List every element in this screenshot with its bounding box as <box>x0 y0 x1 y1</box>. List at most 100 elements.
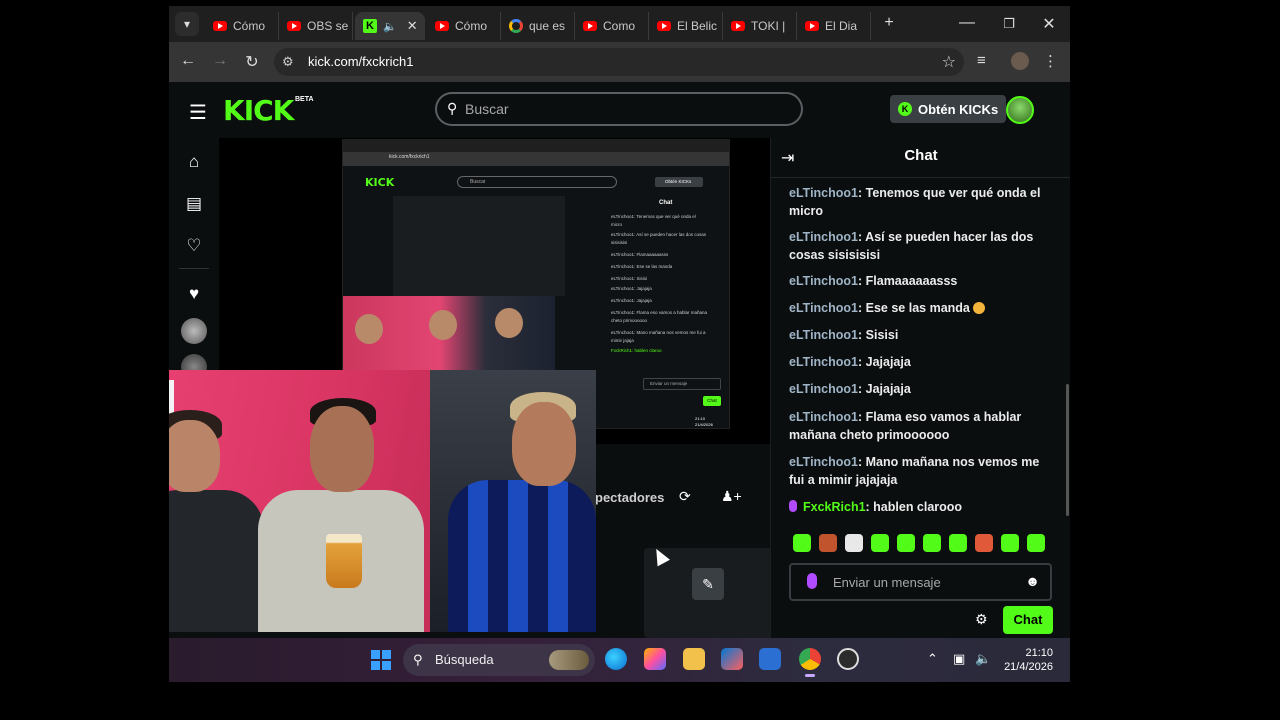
nested-chat-line: eLTinchoo1: Sisisi <box>611 276 648 281</box>
emote-icon[interactable] <box>897 534 915 552</box>
edge-icon[interactable] <box>605 648 627 670</box>
media-controls-icon[interactable]: ≡ <box>977 52 986 69</box>
browser-toolbar: ← → ↻ ⚙ kick.com/fxckrich1 ☆ ≡ ⋮ <box>169 42 1070 82</box>
restore-icon[interactable]: ❐ <box>997 16 1021 32</box>
microsoft-store-icon[interactable] <box>721 648 743 670</box>
file-explorer-icon[interactable] <box>683 648 705 670</box>
browser-tab-active[interactable]: K 🔈 ✕ <box>355 12 425 40</box>
chat-message-input[interactable] <box>833 573 1013 591</box>
chat-username[interactable]: eLTinchoo1 <box>789 328 858 342</box>
tab-title: Cómo <box>455 19 488 33</box>
menu-icon[interactable]: ☰ <box>189 100 207 125</box>
chat-username[interactable]: eLTinchoo1 <box>789 230 858 244</box>
chat-username[interactable]: eLTinchoo1 <box>789 410 858 424</box>
get-kicks-button[interactable]: K Obtén KICKs <box>890 95 1007 123</box>
kick-icon: K <box>363 19 377 33</box>
emote-icon[interactable] <box>871 534 889 552</box>
chat-settings-gear-icon[interactable]: ⚙ <box>975 611 988 628</box>
forward-icon[interactable]: → <box>209 52 231 70</box>
chat-username[interactable]: eLTinchoo1 <box>789 186 858 200</box>
volume-icon[interactable]: 🔈 <box>975 651 991 667</box>
speaker-icon[interactable]: 🔈 <box>383 20 397 33</box>
edit-pencil-icon[interactable]: ✎ <box>692 568 724 600</box>
windows-start-icon[interactable] <box>371 650 391 670</box>
nested-chat-line: FxckRich1: hablen claroo <box>611 348 662 353</box>
chat-text: : Flamaaaaaasss <box>858 274 958 288</box>
emote-icon[interactable] <box>793 534 811 552</box>
follow-user-icon[interactable]: ♟+ <box>721 488 742 505</box>
search-bar[interactable]: ⚲ <box>435 92 803 126</box>
emote-icon[interactable] <box>1027 534 1045 552</box>
site-info-icon[interactable]: ⚙ <box>282 54 294 70</box>
reload-icon[interactable]: ↻ <box>241 52 263 72</box>
chat-text: : Ese se las manda <box>858 301 970 315</box>
following-icon[interactable]: ♡ <box>185 236 203 256</box>
chat-panel: ⇥ Chat eLTinchoo1: Tenemos que ver qué o… <box>770 138 1070 644</box>
emote-icon[interactable] <box>949 534 967 552</box>
minimize-icon[interactable]: — <box>955 14 979 32</box>
emote-icon[interactable] <box>845 534 863 552</box>
browser-tab[interactable]: TOKI | <box>723 12 797 40</box>
tab-title: El Dia <box>825 19 858 33</box>
chat-text: : Sisisi <box>858 328 899 342</box>
back-icon[interactable]: ← <box>177 52 199 70</box>
tray-overflow-icon[interactable]: ⌃ <box>927 651 938 667</box>
close-window-icon[interactable]: ✕ <box>1037 14 1061 34</box>
chat-username[interactable]: eLTinchoo1 <box>789 301 858 315</box>
profile-avatar[interactable] <box>1011 52 1029 70</box>
nested-chat-line: eLTinchoo1: Jajajaja <box>611 286 652 291</box>
browser-tab[interactable]: Como <box>575 12 649 40</box>
browser-tab[interactable]: que es <box>501 12 575 40</box>
browse-icon[interactable]: ▤ <box>185 194 203 214</box>
close-tab-icon[interactable]: ✕ <box>407 18 418 34</box>
chat-title: Chat <box>904 147 938 164</box>
chat-input-box[interactable]: ☻ <box>789 563 1052 601</box>
search-input[interactable] <box>465 98 785 120</box>
chat-username[interactable]: eLTinchoo1 <box>789 274 858 288</box>
nested-face <box>495 308 523 338</box>
taskbar-search[interactable]: ⚲ Búsqueda <box>403 644 595 676</box>
search-icon: ⚲ <box>413 652 423 667</box>
channel-avatar[interactable] <box>181 318 207 344</box>
nested-chat-line: micro <box>611 222 622 227</box>
network-icon[interactable]: ▣ <box>953 651 965 667</box>
url-text: kick.com/fxckrich1 <box>308 54 414 69</box>
chrome-icon[interactable] <box>799 648 821 677</box>
tab-search-button[interactable]: ▾ <box>175 12 199 36</box>
emote-icon[interactable] <box>819 534 837 552</box>
chat-username[interactable]: eLTinchoo1 <box>789 382 858 396</box>
kicks-coin-icon: K <box>898 102 912 116</box>
send-chat-button[interactable]: Chat <box>1003 606 1053 634</box>
tab-title: que es <box>529 19 566 33</box>
chat-username[interactable]: eLTinchoo1 <box>789 455 858 469</box>
browser-tab[interactable]: El Belic <box>649 12 723 40</box>
chat-username[interactable]: eLTinchoo1 <box>789 355 858 369</box>
nested-face <box>355 314 383 344</box>
menu-kebab-icon[interactable]: ⋮ <box>1043 52 1058 70</box>
share-icon[interactable]: ⟳ <box>679 488 691 505</box>
nested-webcam <box>343 296 555 372</box>
home-icon[interactable]: ⌂ <box>185 152 203 172</box>
browser-tab[interactable]: OBS se <box>279 12 353 40</box>
outlook-icon[interactable] <box>759 648 781 670</box>
obs-icon[interactable] <box>837 648 859 670</box>
address-bar[interactable]: ⚙ kick.com/fxckrich1 ☆ <box>274 48 964 76</box>
nested-chat-line: eLTinchoo1: Así se pueden hacer las dos … <box>611 232 707 237</box>
browser-tab[interactable]: Cómo <box>205 12 279 40</box>
browser-tab[interactable]: Cómo <box>427 12 501 40</box>
chat-scrollbar[interactable] <box>1066 384 1069 516</box>
system-clock[interactable]: 21:10 21/4/2026 <box>1003 646 1053 674</box>
new-tab-icon[interactable]: + <box>877 14 901 32</box>
emote-icon[interactable] <box>923 534 941 552</box>
chat-username[interactable]: FxckRich1 <box>803 500 866 514</box>
bookmark-star-icon[interactable]: ☆ <box>942 52 956 72</box>
kick-logo[interactable]: KICK <box>223 94 294 127</box>
emote-icon[interactable] <box>975 534 993 552</box>
clock-date: 21/4/2026 <box>1004 661 1053 673</box>
copilot-icon[interactable] <box>644 648 666 670</box>
browser-tab[interactable]: El Dia <box>797 12 871 40</box>
emote-icon[interactable] <box>1001 534 1019 552</box>
emoji-picker-icon[interactable]: ☻ <box>1025 573 1040 589</box>
user-avatar[interactable] <box>1006 96 1034 124</box>
followed-channels-icon[interactable]: ♥ <box>185 284 203 304</box>
